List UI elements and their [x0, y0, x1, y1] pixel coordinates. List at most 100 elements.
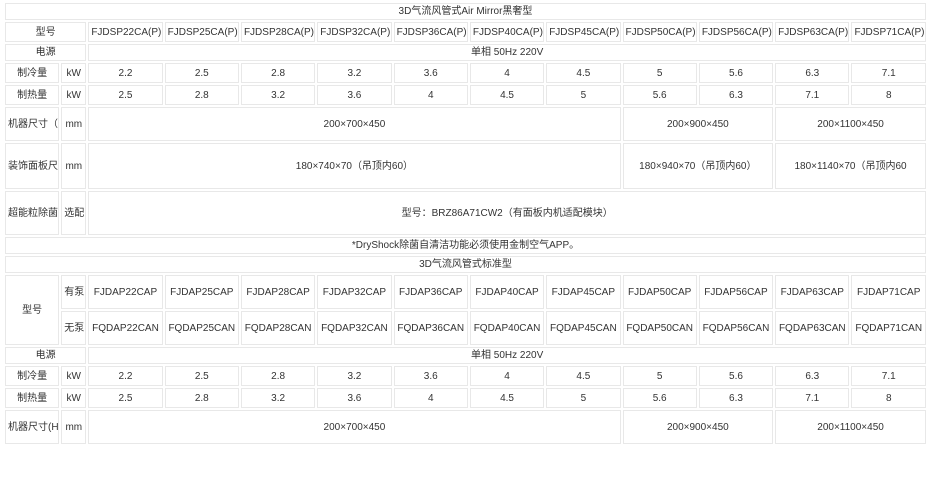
- unit-cell: kW: [61, 366, 87, 386]
- value-cell: 5: [622, 366, 697, 386]
- value-cell: 5.6: [698, 366, 774, 386]
- model-cell: FJDAP32CAP: [317, 275, 392, 309]
- cooling-row: 制冷量 kW 2.2 2.5 2.8 3.2 3.6 4 4.5 5 5.6 6…: [5, 63, 926, 83]
- value-cell: 7.1: [775, 85, 850, 105]
- value-cell: 3.6: [393, 366, 468, 386]
- value-cell: 2.5: [88, 85, 163, 105]
- model-cell: FJDAP71CAP: [851, 275, 926, 309]
- pump-label: 有泵: [61, 275, 87, 309]
- value-cell: 2.5: [164, 366, 239, 386]
- model-nopump-row: 无泵 FQDAP22CAN FQDAP25CAN FQDAP28CAN FQDA…: [5, 311, 926, 345]
- value-cell: 8: [851, 85, 926, 105]
- model-cell: FQDAP56CAN: [698, 311, 774, 345]
- row-label: 电源: [5, 44, 87, 61]
- value-cell: 6.3: [775, 63, 850, 83]
- value-cell: 4.5: [469, 85, 545, 105]
- model-cell: FJDSP63CA(P): [775, 22, 850, 42]
- power-value: 单相 50Hz 220V: [88, 347, 926, 364]
- unit-cell: 选配: [61, 191, 87, 235]
- size-value: 200×900×450: [622, 107, 774, 141]
- size-row: 机器尺寸（H×W×D） mm 200×700×450 200×900×450 2…: [5, 107, 926, 141]
- model-row: 型号 FJDSP22CA(P) FJDSP25CA(P) FJDSP28CA(P…: [5, 22, 926, 42]
- size-row: 机器尺寸(H×W×D) mm 200×700×450 200×900×450 2…: [5, 410, 926, 444]
- section-title: 3D气流风管式Air Mirror黑奢型: [5, 3, 926, 20]
- model-cell: FQDAP63CAN: [775, 311, 850, 345]
- value-cell: 3.6: [317, 85, 392, 105]
- row-label: 制冷量: [5, 63, 60, 83]
- model-cell: FJDSP22CA(P): [88, 22, 163, 42]
- unit-cell: mm: [61, 143, 87, 189]
- filter-row: 超能粒除菌净化组件 选配 型号：BRZ86A71CW2（有面板内机适配模块）: [5, 191, 926, 235]
- value-cell: 6.3: [698, 85, 774, 105]
- value-cell: 3.2: [240, 388, 316, 408]
- size-value: 200×700×450: [88, 410, 621, 444]
- note-row: *DryShock除菌自清洁功能必须使用金制空气APP。: [5, 237, 926, 254]
- value-cell: 5.6: [622, 85, 697, 105]
- value-cell: 2.8: [164, 85, 239, 105]
- panel-value: 180×940×70（吊顶内60）: [622, 143, 774, 189]
- footnote: *DryShock除菌自清洁功能必须使用金制空气APP。: [5, 237, 926, 254]
- model-cell: FQDAP25CAN: [164, 311, 239, 345]
- unit-cell: kW: [61, 388, 87, 408]
- model-cell: FQDAP36CAN: [393, 311, 468, 345]
- model-cell: FJDAP50CAP: [622, 275, 697, 309]
- model-cell: FQDAP50CAN: [622, 311, 697, 345]
- value-cell: 4: [469, 63, 545, 83]
- nopump-label: 无泵: [61, 311, 87, 345]
- row-label: 型号: [5, 275, 60, 345]
- model-cell: FJDAP36CAP: [393, 275, 468, 309]
- model-cell: FJDSP71CA(P): [851, 22, 926, 42]
- model-cell: FQDAP32CAN: [317, 311, 392, 345]
- unit-cell: mm: [61, 107, 87, 141]
- panel-value: 180×740×70（吊顶内60）: [88, 143, 621, 189]
- model-cell: FQDAP28CAN: [240, 311, 316, 345]
- value-cell: 5: [546, 388, 621, 408]
- size-value: 200×900×450: [622, 410, 774, 444]
- value-cell: 4: [469, 366, 545, 386]
- size-value: 200×1100×450: [775, 107, 926, 141]
- model-cell: FQDAP40CAN: [469, 311, 545, 345]
- section-title-row: 3D气流风管式标准型: [5, 256, 926, 273]
- cooling-row: 制冷量 kW 2.2 2.5 2.8 3.2 3.6 4 4.5 5 5.6 6…: [5, 366, 926, 386]
- model-cell: FJDSP40CA(P): [469, 22, 545, 42]
- value-cell: 2.8: [164, 388, 239, 408]
- value-cell: 2.5: [164, 63, 239, 83]
- model-cell: FJDAP45CAP: [546, 275, 621, 309]
- value-cell: 3.2: [240, 85, 316, 105]
- value-cell: 5: [546, 85, 621, 105]
- value-cell: 2.8: [240, 63, 316, 83]
- value-cell: 2.5: [88, 388, 163, 408]
- model-pump-row: 型号 有泵 FJDAP22CAP FJDAP25CAP FJDAP28CAP F…: [5, 275, 926, 345]
- power-value: 单相 50Hz 220V: [88, 44, 926, 61]
- value-cell: 3.6: [393, 63, 468, 83]
- section-title-row: 3D气流风管式Air Mirror黑奢型: [5, 3, 926, 20]
- value-cell: 7.1: [851, 366, 926, 386]
- spec-table: 3D气流风管式Air Mirror黑奢型 型号 FJDSP22CA(P) FJD…: [3, 1, 928, 446]
- unit-cell: mm: [61, 410, 87, 444]
- value-cell: 7.1: [851, 63, 926, 83]
- model-cell: FJDAP63CAP: [775, 275, 850, 309]
- row-label: 制热量: [5, 388, 60, 408]
- value-cell: 4.5: [546, 63, 621, 83]
- value-cell: 8: [851, 388, 926, 408]
- model-cell: FJDAP40CAP: [469, 275, 545, 309]
- model-cell: FJDAP56CAP: [698, 275, 774, 309]
- model-cell: FJDAP25CAP: [164, 275, 239, 309]
- power-row: 电源 单相 50Hz 220V: [5, 347, 926, 364]
- value-cell: 5: [622, 63, 697, 83]
- model-cell: FJDAP28CAP: [240, 275, 316, 309]
- value-cell: 3.2: [317, 366, 392, 386]
- model-cell: FJDSP56CA(P): [698, 22, 774, 42]
- value-cell: 4.5: [546, 366, 621, 386]
- row-label: 型号: [5, 22, 87, 42]
- panel-row: 装饰面板尺寸(H×W×D） mm 180×740×70（吊顶内60） 180×9…: [5, 143, 926, 189]
- model-cell: FQDAP71CAN: [851, 311, 926, 345]
- value-cell: 3.6: [317, 388, 392, 408]
- value-cell: 2.2: [88, 63, 163, 83]
- value-cell: 4: [393, 388, 468, 408]
- row-label: 机器尺寸（H×W×D）: [5, 107, 60, 141]
- model-cell: FQDAP45CAN: [546, 311, 621, 345]
- model-cell: FQDAP22CAN: [88, 311, 163, 345]
- power-row: 电源 单相 50Hz 220V: [5, 44, 926, 61]
- model-cell: FJDAP22CAP: [88, 275, 163, 309]
